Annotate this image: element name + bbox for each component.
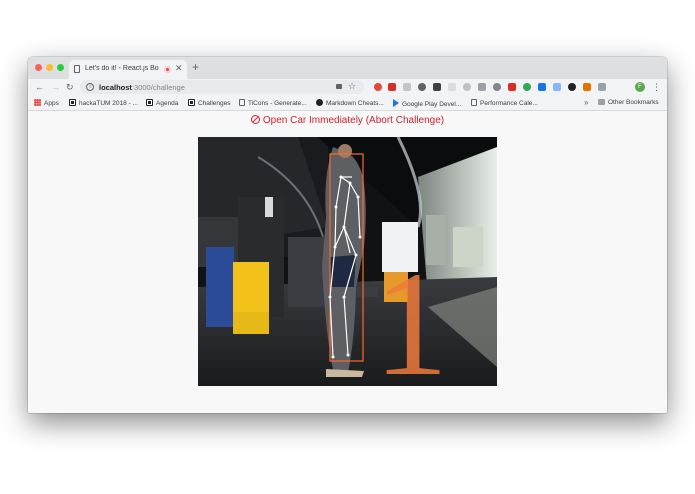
browser-window: Let's do it! - React.js Boiler ✕ + ← → ↻… bbox=[28, 57, 667, 413]
new-tab-button[interactable]: + bbox=[192, 61, 199, 73]
extension-icon[interactable] bbox=[523, 83, 531, 91]
document-icon bbox=[471, 99, 477, 106]
bookmark-agenda[interactable]: Agenda bbox=[146, 99, 178, 108]
bookmark-label: Google Play Devel... bbox=[402, 101, 462, 108]
bookmark-label: hackaTUM 2018 - ... bbox=[79, 100, 138, 107]
recording-icon bbox=[164, 66, 171, 73]
extension-icon[interactable] bbox=[418, 83, 426, 91]
extension-icon[interactable] bbox=[478, 83, 486, 91]
github-icon bbox=[316, 99, 323, 106]
opera-extension-icon[interactable] bbox=[374, 83, 382, 91]
bookmark-label: Markdown Cheats... bbox=[326, 100, 384, 107]
countdown-number: 1 bbox=[374, 241, 449, 386]
extension-icon[interactable] bbox=[598, 83, 606, 91]
notion-icon bbox=[146, 99, 153, 106]
other-bookmarks-label: Other Bookmarks bbox=[608, 99, 659, 106]
bookmark-challenges[interactable]: Challenges bbox=[188, 99, 231, 108]
bookmark-markdown[interactable]: Markdown Cheats... bbox=[316, 99, 384, 108]
bookmark-hackatum[interactable]: hackaTUM 2018 - ... bbox=[69, 99, 138, 108]
camera-in-use-icon[interactable] bbox=[336, 84, 342, 89]
address-bar[interactable]: i localhost:3000/challenge ☆ bbox=[80, 80, 364, 94]
extension-icon[interactable] bbox=[553, 83, 561, 91]
url-text[interactable]: localhost:3000/challenge bbox=[99, 83, 185, 92]
abort-challenge-link[interactable]: Open Car Immediately (Abort Challenge) bbox=[28, 114, 667, 127]
browser-toolbar: ← → ↻ i localhost:3000/challenge ☆ F ⋮ bbox=[28, 79, 667, 96]
browser-tab[interactable]: Let's do it! - React.js Boiler ✕ bbox=[69, 60, 187, 79]
other-bookmarks[interactable]: Other Bookmarks bbox=[598, 99, 659, 107]
bookmarks-bar: Apps hackaTUM 2018 - ... Agenda Challeng… bbox=[28, 96, 667, 111]
extension-icon[interactable] bbox=[403, 83, 411, 91]
reload-button[interactable]: ↻ bbox=[66, 81, 74, 93]
extension-icon[interactable] bbox=[538, 83, 546, 91]
url-path: :3000/challenge bbox=[131, 83, 185, 92]
maximize-window-button[interactable] bbox=[57, 64, 64, 71]
notion-icon bbox=[69, 99, 76, 106]
tab-close-icon[interactable]: ✕ bbox=[175, 63, 183, 74]
bookmark-star-icon[interactable]: ☆ bbox=[348, 81, 356, 92]
minimize-window-button[interactable] bbox=[46, 64, 53, 71]
extension-icon[interactable] bbox=[388, 83, 396, 91]
bookmark-label: TiCons - Generate... bbox=[248, 100, 307, 107]
extension-icon[interactable] bbox=[433, 83, 441, 91]
google-play-icon bbox=[393, 99, 399, 107]
extension-icon[interactable] bbox=[463, 83, 471, 91]
bookmark-label: Challenges bbox=[198, 100, 231, 107]
back-button[interactable]: ← bbox=[35, 81, 44, 93]
bookmark-apps[interactable]: Apps bbox=[34, 99, 59, 108]
bookmark-performance[interactable]: Performance Cale... bbox=[471, 99, 538, 108]
profile-avatar[interactable]: F bbox=[635, 82, 645, 92]
bookmark-label: Apps bbox=[44, 100, 59, 107]
extension-icon[interactable] bbox=[508, 83, 516, 91]
tab-title: Let's do it! - React.js Boiler bbox=[85, 65, 159, 72]
forward-button[interactable]: → bbox=[51, 81, 60, 93]
more-menu-icon[interactable]: ⋮ bbox=[652, 81, 661, 93]
notion-icon bbox=[188, 99, 195, 106]
apps-icon bbox=[34, 99, 41, 106]
bookmark-google-play[interactable]: Google Play Devel... bbox=[393, 99, 461, 109]
extension-icon[interactable] bbox=[493, 83, 501, 91]
camera-feed: 1 bbox=[198, 137, 497, 386]
download-icon[interactable] bbox=[583, 83, 591, 91]
url-host: localhost bbox=[99, 83, 132, 92]
bookmark-label: Agenda bbox=[156, 100, 179, 107]
page-content: Open Car Immediately (Abort Challenge) 1 bbox=[28, 111, 667, 413]
ban-icon bbox=[250, 115, 260, 124]
info-icon[interactable]: i bbox=[86, 83, 94, 91]
more-bookmarks-chevron[interactable]: » bbox=[584, 98, 588, 107]
bookmark-ticons[interactable]: TiCons - Generate... bbox=[239, 99, 307, 108]
abort-challenge-label: Open Car Immediately (Abort Challenge) bbox=[262, 115, 445, 126]
tab-strip: Let's do it! - React.js Boiler ✕ + bbox=[28, 57, 667, 79]
extension-icon[interactable] bbox=[448, 83, 456, 91]
page-favicon-icon bbox=[74, 65, 80, 73]
document-icon bbox=[239, 99, 245, 106]
folder-icon bbox=[598, 99, 605, 105]
extension-icon[interactable] bbox=[568, 83, 576, 91]
bookmark-label: Performance Cale... bbox=[480, 100, 538, 107]
close-window-button[interactable] bbox=[35, 64, 42, 71]
camera-feed-image: 1 bbox=[198, 137, 497, 386]
